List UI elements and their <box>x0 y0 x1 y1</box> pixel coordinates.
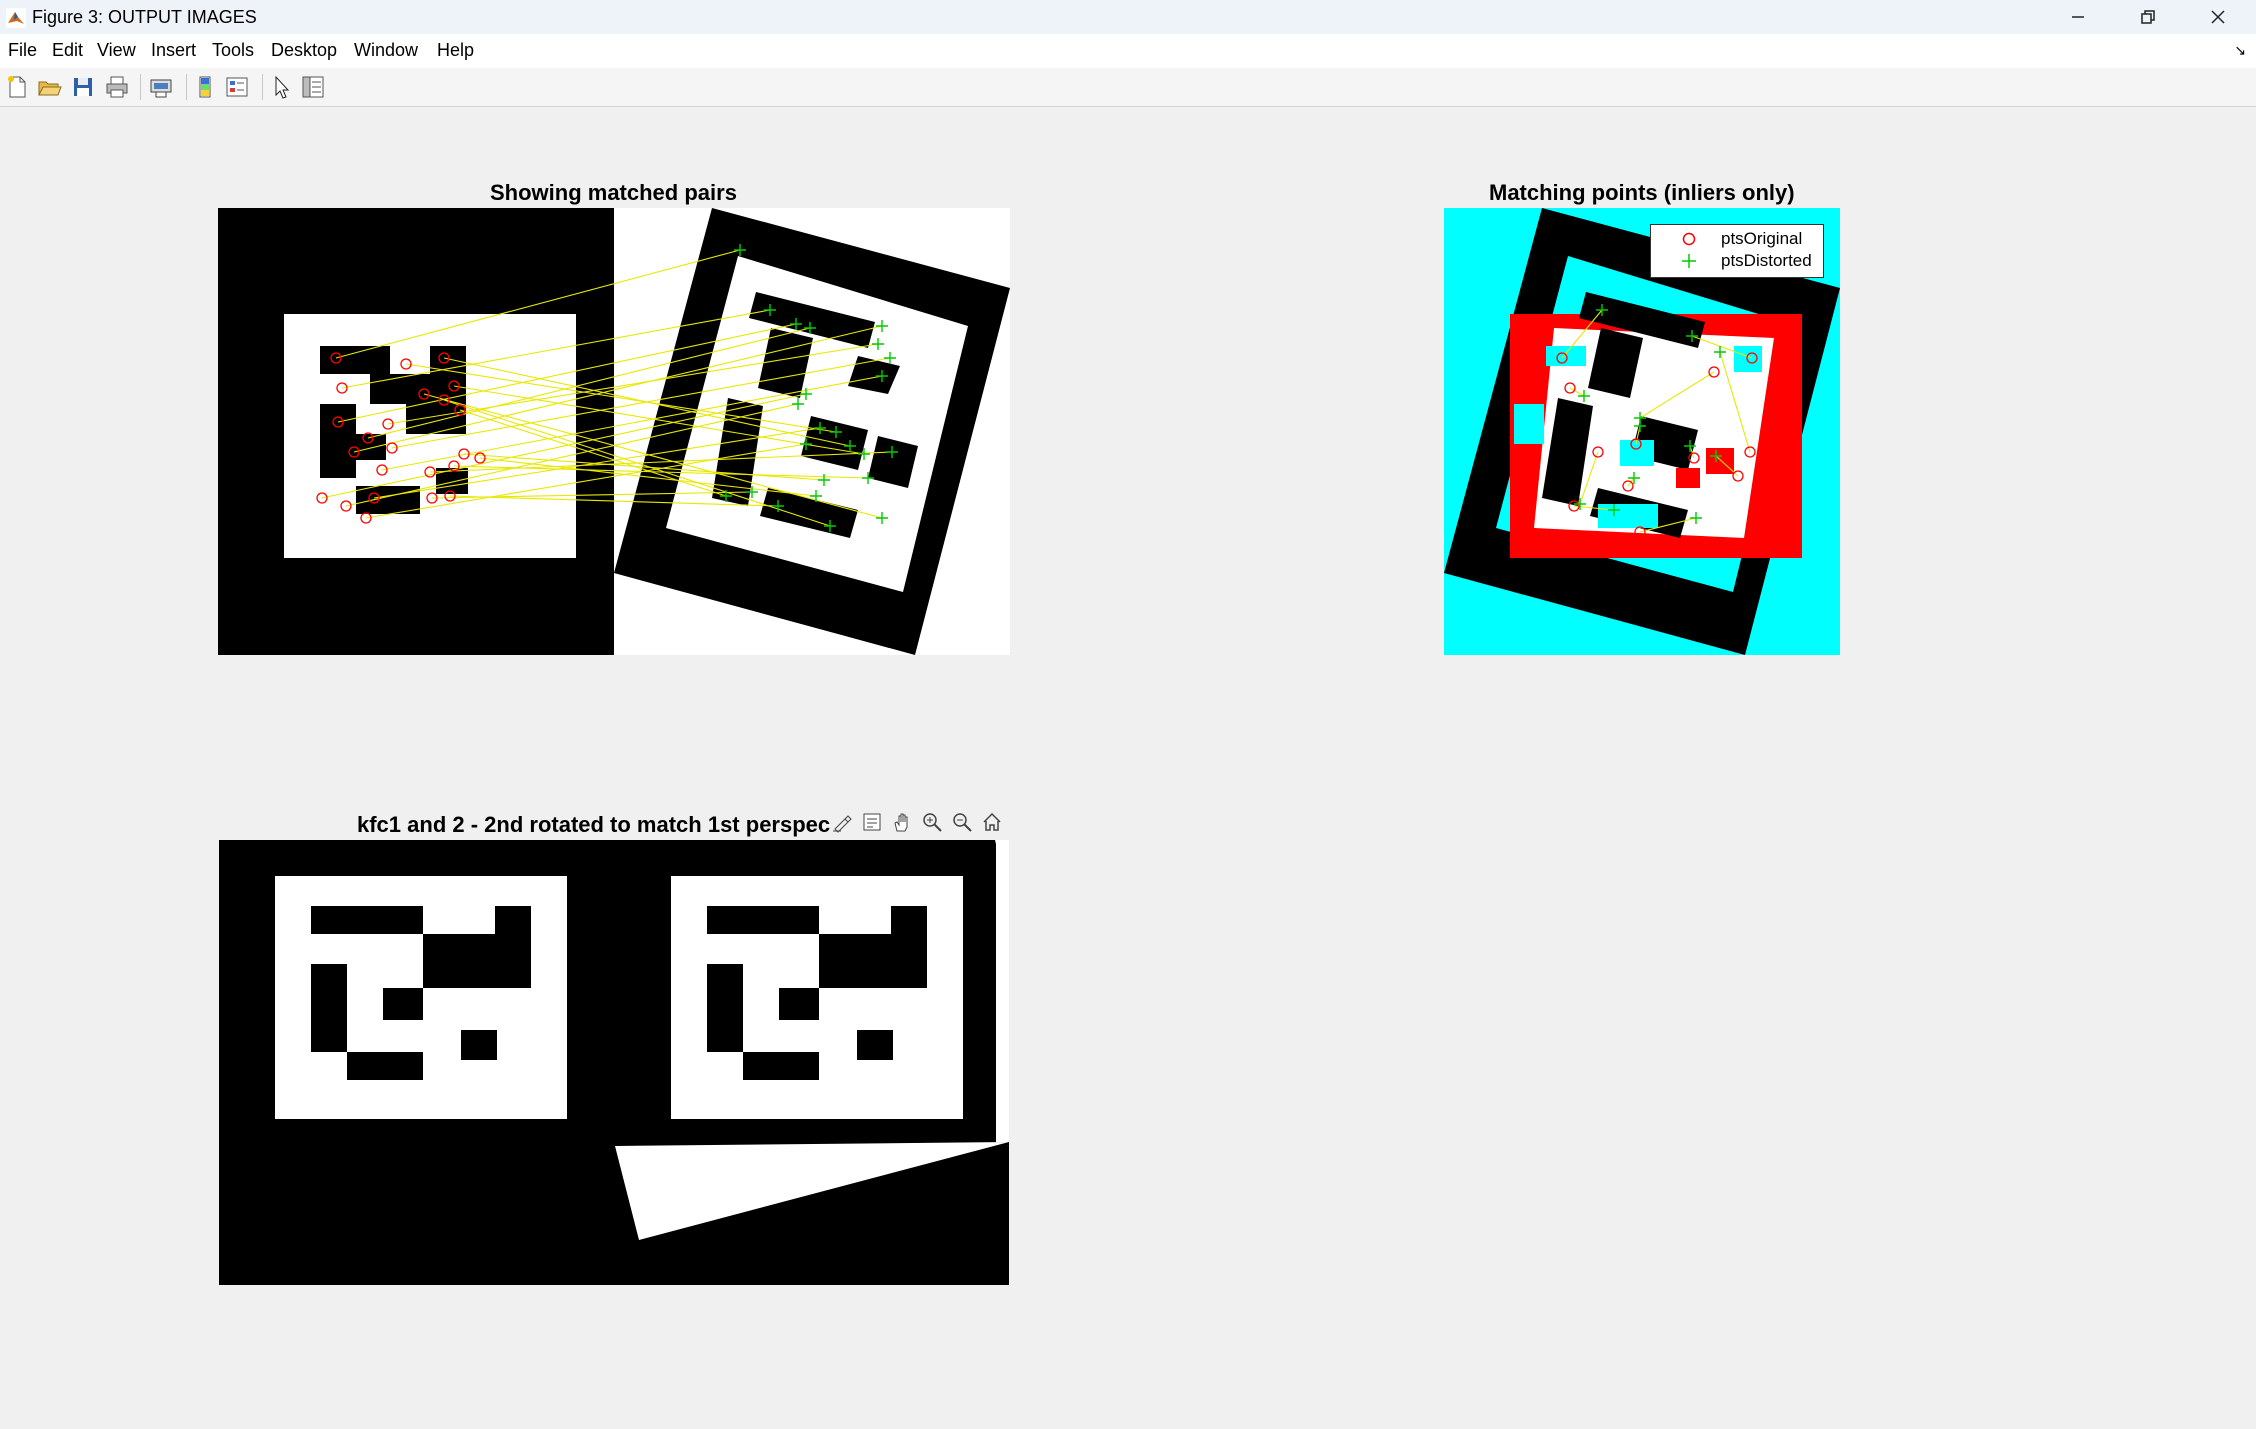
menu-view[interactable]: View <box>97 40 136 61</box>
open-file-icon[interactable] <box>36 74 62 100</box>
red-circle-marker-icon <box>1682 232 1696 246</box>
rotated-title: kfc1 and 2 - 2nd rotated to match 1st pe… <box>357 812 831 837</box>
new-figure-icon[interactable] <box>4 74 30 100</box>
pan-hand-icon[interactable] <box>888 808 916 836</box>
zoom-in-icon[interactable] <box>918 808 946 836</box>
green-plus-marker-icon <box>1682 254 1696 268</box>
window-titlebar: Figure 3: OUTPUT IMAGES <box>0 0 2256 34</box>
matlab-logo-icon <box>6 8 26 28</box>
menu-help[interactable]: Help <box>437 40 474 61</box>
dock-arrow-icon[interactable]: ↘ <box>2234 42 2246 59</box>
rotated-plot[interactable] <box>219 840 1009 1285</box>
matched-pairs-title: Showing matched pairs <box>490 180 737 205</box>
menu-window[interactable]: Window <box>354 40 418 61</box>
legend-entry-distorted: ptsDistorted <box>1651 251 1823 273</box>
minimize-button[interactable] <box>2044 0 2112 34</box>
data-tips-icon[interactable] <box>858 808 886 836</box>
inliers-legend[interactable]: ptsOriginal ptsDistorted <box>1650 224 1824 278</box>
menu-edit[interactable]: Edit <box>52 40 83 61</box>
colorbar-icon[interactable] <box>192 74 218 100</box>
menu-bar: File Edit View Insert Tools Desktop Wind… <box>0 34 2256 68</box>
menu-desktop[interactable]: Desktop <box>271 40 337 61</box>
print-icon[interactable] <box>104 74 130 100</box>
legend-icon[interactable] <box>224 74 250 100</box>
save-icon[interactable] <box>70 74 96 100</box>
home-icon[interactable] <box>978 808 1006 836</box>
select-pointer-icon[interactable] <box>268 74 294 100</box>
inliers-title: Matching points (inliers only) <box>1489 180 1795 205</box>
minimize-icon <box>2072 16 2084 18</box>
property-inspector-icon[interactable] <box>300 74 326 100</box>
toolbar-separator <box>262 74 263 100</box>
figure-toolbar <box>0 68 2256 107</box>
window-title: Figure 3: OUTPUT IMAGES <box>32 7 257 27</box>
menu-insert[interactable]: Insert <box>151 40 196 61</box>
restore-icon <box>2141 10 2155 24</box>
close-icon <box>2211 10 2225 24</box>
brush-icon[interactable] <box>828 808 856 836</box>
legend-label-original: ptsOriginal <box>1721 229 1803 248</box>
menu-file[interactable]: File <box>8 40 37 61</box>
toolbar-separator <box>186 74 187 100</box>
rotation-edge-strip <box>996 840 1009 1148</box>
toolbar-separator <box>140 74 141 100</box>
close-button[interactable] <box>2184 0 2252 34</box>
link-plot-icon[interactable] <box>148 74 174 100</box>
matched-pairs-plot[interactable] <box>218 208 1010 655</box>
legend-label-distorted: ptsDistorted <box>1721 251 1812 270</box>
restore-button[interactable] <box>2114 0 2182 34</box>
menu-tools[interactable]: Tools <box>212 40 254 61</box>
legend-entry-original: ptsOriginal <box>1651 229 1823 251</box>
zoom-out-icon[interactable] <box>948 808 976 836</box>
axes-toolbar <box>828 808 1006 838</box>
